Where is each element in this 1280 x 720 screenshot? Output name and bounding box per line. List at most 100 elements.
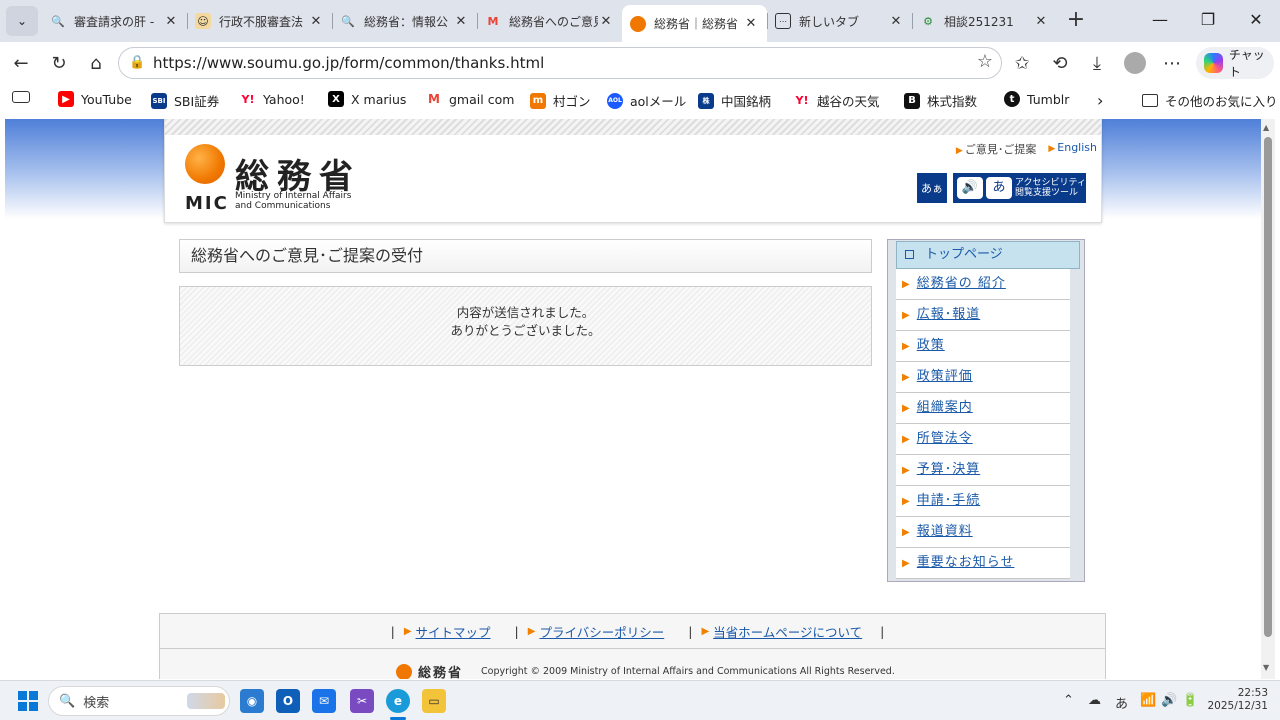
side-item-policy[interactable]: ▶ 政策 <box>896 331 1070 362</box>
bookmark-youtube[interactable]: ▶ YouTube <box>58 91 132 107</box>
gmail-icon: M <box>487 14 499 28</box>
mic-logo-icon[interactable] <box>185 144 225 184</box>
tab-7[interactable]: ⚙ 相談251231 ✕ <box>912 5 1057 37</box>
sbi-icon: SBI <box>151 92 167 109</box>
volume-icon[interactable]: 🔊 <box>1161 693 1177 708</box>
bookmark-weather[interactable]: Y! 越谷の天気 <box>794 91 880 110</box>
feedback-link[interactable]: ▶ ご意見･ご提案 <box>956 141 1036 157</box>
hiragana-icon: あ <box>986 177 1012 199</box>
scroll-thumb[interactable] <box>1264 137 1272 637</box>
side-item-organization[interactable]: ▶ 組織案内 <box>896 393 1070 424</box>
new-tab-button[interactable]: + <box>1062 8 1090 34</box>
aol-icon: AOL <box>607 92 623 109</box>
bookmark-tumblr[interactable]: t Tumblr <box>1004 91 1069 107</box>
tab-5[interactable]: 総務省｜総務省 ✕ <box>622 5 767 42</box>
side-item-laws[interactable]: ▶ 所管法令 <box>896 424 1070 455</box>
ime-indicator[interactable]: あ <box>1115 693 1128 712</box>
bookmark-aol[interactable]: AOL aolメール <box>607 91 686 110</box>
sitemap-link[interactable]: サイトマップ <box>416 622 491 641</box>
profile-avatar[interactable] <box>1120 48 1150 78</box>
taskbar-search[interactable]: 🔍 検索 <box>48 686 230 716</box>
tab-3[interactable]: 🔍 総務省：情報公 ✕ <box>332 5 477 37</box>
x-icon: X <box>328 91 344 107</box>
search-icon: 🔍 <box>51 14 65 28</box>
workspaces-icon[interactable] <box>12 91 30 103</box>
other-bookmarks[interactable]: その他のお気に入り <box>1142 91 1278 110</box>
close-icon[interactable]: ✕ <box>1033 14 1049 29</box>
tab-1[interactable]: 🔍 審査請求の肝 - ✕ <box>42 5 187 37</box>
b-icon: B <box>904 92 920 109</box>
yahoo-icon: Y! <box>241 92 255 106</box>
bookmark-sbi[interactable]: SBI SBI証券 <box>151 91 219 110</box>
address-bar[interactable]: 🔒 https://www.soumu.go.jp/form/common/th… <box>118 47 1002 79</box>
bookmark-x[interactable]: XX marius <box>328 91 406 107</box>
onedrive-icon[interactable]: ☁ <box>1088 693 1101 708</box>
minimize-button[interactable]: — <box>1136 0 1184 42</box>
restore-button[interactable]: ❐ <box>1184 0 1232 42</box>
close-icon[interactable]: ✕ <box>743 16 759 31</box>
history-icon[interactable]: ⟲ <box>1045 48 1075 78</box>
chevron-down-icon: ⌄ <box>16 14 28 28</box>
more-menu-icon[interactable]: ⋯ <box>1157 48 1187 78</box>
taskbar: 🔍 検索 ◉ O ✉ ✂ e ▭ ⌃ ☁ あ 📶 🔊 🔋 22:53 2025/… <box>0 680 1280 720</box>
navigation-bar: ← ↻ ⌂ 🔒 https://www.soumu.go.jp/form/com… <box>0 42 1280 84</box>
tab-4[interactable]: M 総務省へのご意見 ✕ <box>477 5 622 37</box>
privacy-link[interactable]: プライバシーポリシー <box>539 622 664 641</box>
snipping-tool-icon[interactable]: ✂ <box>350 689 374 713</box>
scroll-up-icon[interactable]: ▲ <box>1263 123 1269 132</box>
tab-6[interactable]: ⋯ 新しいタブ ✕ <box>767 5 912 37</box>
scroll-down-icon[interactable]: ▼ <box>1263 663 1269 672</box>
page-scrollbar[interactable]: ▲ ▼ <box>1261 119 1275 679</box>
murogon-icon: m <box>530 92 546 109</box>
tray-chevron-up-icon[interactable]: ⌃ <box>1063 693 1074 708</box>
font-size-button[interactable]: あぁ <box>917 173 947 203</box>
tab-list-button[interactable]: ⌄ <box>6 6 38 36</box>
close-window-button[interactable]: ✕ <box>1232 0 1280 42</box>
bookmark-gmail[interactable]: Mgmail com <box>426 91 514 107</box>
battery-icon[interactable]: 🔋 <box>1182 693 1198 708</box>
clock[interactable]: 22:53 2025/12/31 <box>1206 687 1268 713</box>
close-icon[interactable]: ✕ <box>163 14 179 29</box>
side-item-notices[interactable]: ▶ 重要なお知らせ <box>896 548 1070 579</box>
gear-icon: ⚙ <box>923 14 933 28</box>
back-button[interactable]: ← <box>6 48 36 78</box>
side-item-evaluation[interactable]: ▶ 政策評価 <box>896 362 1070 393</box>
tab-strip: ⌄ 🔍 審査請求の肝 - ✕ ☺ 行政不服審査法 ✕ 🔍 総務省：情報公 ✕ M 総務省へのご… <box>0 0 1280 42</box>
logo-mic: MIC <box>185 193 229 214</box>
widgets-icon[interactable]: ◉ <box>240 689 264 713</box>
tab-2[interactable]: ☺ 行政不服審査法 ✕ <box>187 5 332 37</box>
refresh-button[interactable]: ↻ <box>44 48 74 78</box>
copilot-chat-button[interactable]: チャット <box>1196 47 1274 79</box>
favorite-star-icon[interactable]: ☆ <box>977 51 993 72</box>
home-button[interactable]: ⌂ <box>81 48 111 78</box>
speaker-icon: 🔊 <box>957 177 983 199</box>
windows-start-icon[interactable] <box>16 689 40 713</box>
side-top-page[interactable]: トップページ <box>896 241 1080 269</box>
bookmark-yahoo[interactable]: Y! Yahoo! <box>240 91 305 107</box>
chevron-right-icon[interactable]: › <box>1097 91 1103 110</box>
mail-icon[interactable]: ✉ <box>312 689 336 713</box>
close-icon[interactable]: ✕ <box>888 14 904 29</box>
outlook-icon[interactable]: O <box>276 689 300 713</box>
english-link[interactable]: ▶ English <box>1048 141 1097 157</box>
file-explorer-icon[interactable]: ▭ <box>422 689 446 713</box>
site-header: 総務省 MIC Ministry of Internal Affairs and … <box>164 119 1102 223</box>
edge-icon[interactable]: e <box>386 689 410 713</box>
close-icon[interactable]: ✕ <box>308 14 324 29</box>
side-item-budget[interactable]: ▶ 予算･決算 <box>896 455 1070 486</box>
favorites-icon[interactable]: ✩ <box>1007 48 1037 78</box>
side-item-press[interactable]: ▶ 報道資料 <box>896 517 1070 548</box>
wifi-icon[interactable]: 📶 <box>1140 693 1156 708</box>
bookmark-murogon[interactable]: m 村ゴン <box>530 91 591 110</box>
about-site-link[interactable]: 当省ホームページについて <box>713 622 862 641</box>
close-icon[interactable]: ✕ <box>598 14 614 29</box>
download-icon[interactable]: ⤓ <box>1082 48 1112 78</box>
bookmark-index[interactable]: B 株式指数 <box>904 91 977 110</box>
side-item-applications[interactable]: ▶ 申請･手続 <box>896 486 1070 517</box>
accessibility-tool-button[interactable]: 🔊 あ アクセシビリティ 閲覧支援ツール <box>953 173 1086 203</box>
side-item-pr[interactable]: ▶ 広報･報道 <box>896 300 1070 331</box>
bookmark-chinastock[interactable]: 株中国銘柄 <box>698 91 771 110</box>
close-icon[interactable]: ✕ <box>453 14 469 29</box>
side-item-about[interactable]: ▶ 総務省の 紹介 <box>896 269 1070 300</box>
copyright: 総務省 Copyright © 2009 Ministry of Interna… <box>396 662 895 679</box>
